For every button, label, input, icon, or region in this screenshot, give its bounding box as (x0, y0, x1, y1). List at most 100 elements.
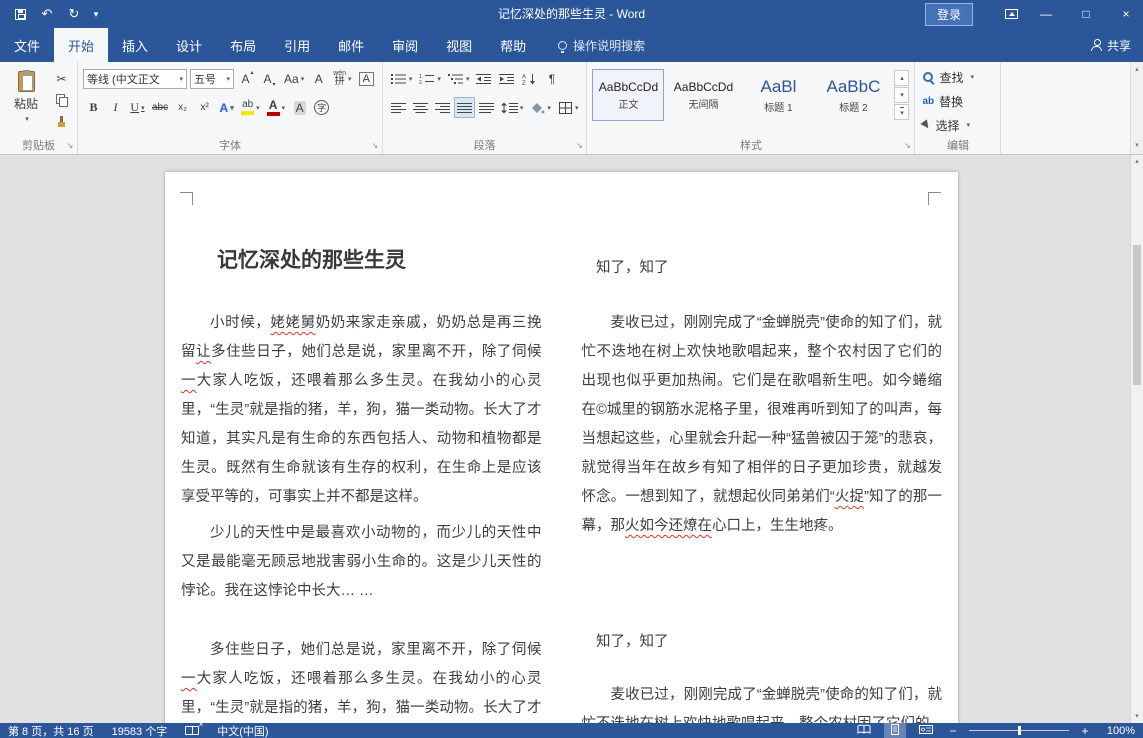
maximize-button[interactable]: □ (1069, 0, 1103, 28)
increase-indent-button[interactable] (496, 68, 518, 89)
print-layout-button[interactable] (884, 723, 906, 738)
replace-button[interactable]: ab替换 (920, 91, 995, 111)
scrollbar-thumb[interactable] (1133, 245, 1141, 385)
tab-design[interactable]: 设计 (162, 28, 216, 62)
section-heading[interactable]: 知了，知了 (582, 254, 943, 283)
ribbon-scrollbar[interactable]: ▴ ▾ (1130, 62, 1143, 154)
tell-me-search[interactable]: 操作说明搜索 (558, 28, 645, 62)
strikethrough-button[interactable]: abc (149, 97, 171, 118)
tab-layout[interactable]: 布局 (216, 28, 270, 62)
align-center-button[interactable] (410, 97, 431, 118)
character-shading-button[interactable]: A (289, 97, 310, 118)
zoom-in-button[interactable]: + (1078, 724, 1092, 738)
underline-button[interactable]: U (127, 97, 148, 118)
numbering-button[interactable]: 1.2. (416, 68, 444, 89)
ribbon-scroll-up-icon[interactable]: ▴ (1131, 64, 1143, 76)
page-indicator[interactable]: 第 8 页，共 16 页 (8, 723, 94, 738)
clipboard-dialog-launcher[interactable]: ↘ (64, 140, 76, 152)
tab-references[interactable]: 引用 (270, 28, 324, 62)
paragraph[interactable]: 小时候，姥姥舅奶奶来家走亲戚，奶奶总是再三挽留让多住些日子，她们总是说，家里离不… (181, 309, 542, 512)
font-name-combo[interactable]: 等线 (中文正文 (83, 69, 187, 89)
style-normal[interactable]: AaBbCcDd 正文 (592, 69, 664, 121)
enclose-characters-button[interactable]: 字 (311, 97, 332, 118)
tab-mailings[interactable]: 邮件 (324, 28, 378, 62)
ribbon-display-options-button[interactable] (999, 2, 1023, 26)
find-button[interactable]: 查找 (920, 67, 995, 87)
scroll-up-icon[interactable]: ▴ (1131, 155, 1143, 168)
grow-font-button[interactable]: A▴ (237, 68, 258, 89)
subscript-button[interactable]: x₂ (172, 97, 193, 118)
zoom-level[interactable]: 100% (1101, 725, 1135, 737)
borders-button[interactable] (555, 97, 582, 118)
shrink-font-button[interactable]: A▾ (259, 68, 280, 89)
read-mode-button[interactable] (853, 723, 875, 738)
select-button[interactable]: 选择 (920, 115, 995, 135)
change-case-button[interactable]: Aa (281, 68, 307, 89)
bold-button[interactable]: B (83, 97, 104, 118)
style-heading-1[interactable]: AaBl 标题 1 (742, 69, 814, 121)
show-paragraph-marks-button[interactable]: ¶ (541, 68, 562, 89)
phonetic-guide-button[interactable]: wén 拼 (330, 68, 354, 89)
vertical-scrollbar[interactable]: ▴ ▾ (1130, 155, 1143, 723)
scroll-down-icon[interactable]: ▾ (1131, 710, 1143, 723)
tab-file[interactable]: 文件 (0, 28, 54, 62)
align-right-button[interactable] (432, 97, 453, 118)
sort-button[interactable]: AZ (519, 68, 540, 89)
tab-view[interactable]: 视图 (432, 28, 486, 62)
styles-scroll-down-button[interactable]: ▾ (894, 87, 909, 103)
style-heading-2[interactable]: AaBbC 标题 2 (817, 69, 889, 121)
copy-button[interactable] (51, 90, 72, 111)
shading-button[interactable] (527, 97, 554, 118)
undo-button[interactable]: ↶ (35, 2, 59, 26)
document-heading[interactable]: 记忆深处的那些生灵 (181, 246, 542, 276)
share-button[interactable]: 共享 (1091, 28, 1143, 62)
cut-button[interactable]: ✂ (51, 68, 72, 89)
decrease-indent-button[interactable] (473, 68, 495, 89)
tab-help[interactable]: 帮助 (486, 28, 540, 62)
italic-button[interactable]: I (105, 97, 126, 118)
close-button[interactable]: × (1109, 0, 1143, 28)
tab-insert[interactable]: 插入 (108, 28, 162, 62)
save-button[interactable] (8, 2, 32, 26)
font-color-button[interactable]: A (264, 97, 289, 118)
paragraph[interactable]: 麦收已过，刚刚完成了“金蝉脱壳”使命的知了们，就忙不迭地在树上欢快地歌唱起来，整… (582, 309, 943, 541)
language-indicator[interactable]: 中文(中国) (217, 723, 268, 738)
bullets-button[interactable] (388, 68, 416, 89)
ribbon-scroll-down-icon[interactable]: ▾ (1131, 140, 1143, 152)
style-no-spacing[interactable]: AaBbCcDd 无间隔 (667, 69, 739, 121)
tab-home[interactable]: 开始 (54, 28, 108, 62)
line-spacing-button[interactable] (498, 97, 527, 118)
styles-gallery-more-button[interactable]: ▾ (894, 104, 909, 120)
paragraph[interactable]: 多住些日子，她们总是说，家里离不开，除了伺候一大家人吃饭，还喂着那么多生灵。在我… (181, 636, 542, 723)
align-left-button[interactable] (388, 97, 409, 118)
proofing-status-button[interactable] (185, 726, 199, 735)
login-button[interactable]: 登录 (925, 3, 973, 26)
clear-formatting-button[interactable]: A (308, 68, 329, 89)
format-painter-button[interactable] (51, 112, 72, 133)
customize-quick-access-button[interactable]: ▾ (89, 2, 103, 26)
section-heading[interactable]: 知了，知了 (582, 628, 943, 657)
distribute-text-button[interactable] (476, 97, 497, 118)
font-size-combo[interactable]: 五号 (190, 69, 234, 89)
paragraph[interactable]: 少儿的天性中是最喜欢小动物的，而少儿的天性中又是最能毫无顾忌地戕害弱小生命的。这… (181, 519, 542, 606)
text-highlight-button[interactable]: ab (238, 97, 263, 118)
justify-button[interactable] (454, 97, 475, 118)
paste-button[interactable]: 粘贴 (5, 66, 47, 128)
zoom-slider-thumb[interactable] (1018, 726, 1021, 735)
paragraph-dialog-launcher[interactable]: ↘ (573, 140, 585, 152)
word-count[interactable]: 19583 个字 (112, 723, 168, 738)
text-effects-button[interactable]: A (216, 97, 237, 118)
character-border-button[interactable]: A (356, 68, 377, 89)
minimize-button[interactable]: — (1029, 0, 1063, 28)
font-dialog-launcher[interactable]: ↘ (369, 140, 381, 152)
tab-review[interactable]: 审阅 (378, 28, 432, 62)
zoom-slider[interactable] (969, 723, 1069, 738)
zoom-out-button[interactable]: − (946, 724, 960, 738)
multilevel-list-button[interactable] (445, 68, 473, 89)
paragraph[interactable]: 麦收已过，刚刚完成了“金蝉脱壳”使命的知了们，就忙不迭地在树上欢快地歌唱起来，整… (582, 681, 943, 723)
styles-dialog-launcher[interactable]: ↘ (901, 140, 913, 152)
styles-scroll-up-button[interactable]: ▴ (894, 70, 909, 86)
web-layout-button[interactable] (915, 723, 937, 738)
document-page[interactable]: 记忆深处的那些生灵 小时候，姥姥舅奶奶来家走亲戚，奶奶总是再三挽留让多住些日子，… (165, 172, 958, 723)
redo-button[interactable]: ↻ (62, 2, 86, 26)
